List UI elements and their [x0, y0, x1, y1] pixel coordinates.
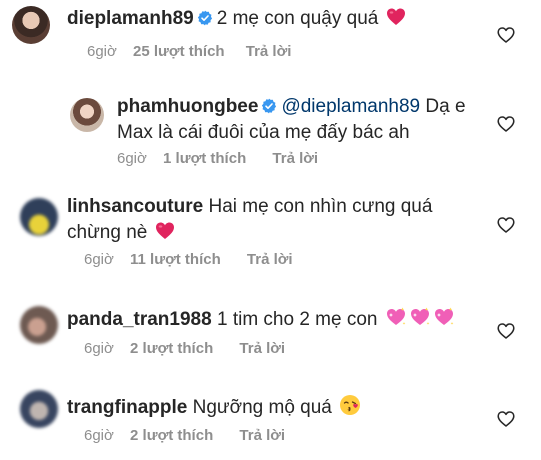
reply-button[interactable]: Trả lời — [247, 251, 293, 268]
like-heart-icon[interactable] — [497, 26, 515, 44]
verified-badge-icon — [197, 10, 213, 26]
like-heart-icon[interactable] — [497, 216, 515, 234]
comment-meta: 6giờ 1 lượt thích Trả lời — [117, 150, 318, 167]
comment-body: panda_tran1988 1 tim cho 2 mẹ con — [67, 306, 455, 333]
avatar[interactable] — [12, 6, 50, 44]
like-count[interactable]: 2 lượt thích — [130, 340, 213, 357]
comment-meta: 6giờ 11 lượt thích Trả lời — [84, 251, 293, 268]
sparkling-heart-emoji — [409, 306, 431, 328]
username[interactable]: trangfinapple — [67, 397, 187, 418]
timestamp[interactable]: 6giờ — [84, 427, 114, 444]
comment-body: dieplamanh89 2 mẹ con quậy quá — [67, 6, 406, 32]
comment-meta: 6giờ 25 lượt thích Trả lời — [87, 43, 291, 60]
sparkling-heart-emoji — [385, 306, 407, 328]
verified-badge-icon — [261, 98, 277, 114]
comment-text: Dạ e — [425, 96, 466, 117]
reply-button[interactable]: Trả lời — [272, 150, 318, 167]
like-count[interactable]: 25 lượt thích — [133, 43, 225, 60]
comment-text: Ngưỡng mộ quá — [192, 397, 332, 418]
comment-text: 1 tim cho 2 mẹ con — [216, 309, 378, 330]
comment-line-2: Max là cái đuôi của mẹ đấy bác ah — [117, 122, 410, 143]
comment-5: trangfinapple Ngưỡng mộ quá 6giờ 2 lượt … — [0, 388, 541, 460]
username[interactable]: dieplamanh89 — [67, 8, 194, 29]
comment-meta: 6giờ 2 lượt thích Trả lời — [84, 427, 285, 444]
comment-line-1: linhsancouture Hai mẹ con nhìn cưng quá — [67, 194, 487, 220]
timestamp[interactable]: 6giờ — [117, 150, 147, 167]
like-count[interactable]: 11 lượt thích — [130, 251, 221, 268]
face-blowing-kiss-emoji — [339, 394, 361, 416]
avatar[interactable] — [70, 98, 104, 132]
comment-body: linhsancouture Hai mẹ con nhìn cưng quá … — [67, 194, 487, 246]
timestamp[interactable]: 6giờ — [84, 251, 114, 268]
like-heart-icon[interactable] — [497, 115, 515, 133]
username[interactable]: phamhuongbee — [117, 96, 258, 117]
avatar[interactable] — [20, 306, 58, 344]
comment-text: 2 mẹ con quậy quá — [216, 8, 379, 29]
timestamp[interactable]: 6giờ — [87, 43, 117, 60]
comment-meta: 6giờ 2 lượt thích Trả lời — [84, 340, 285, 357]
like-count[interactable]: 2 lượt thích — [130, 427, 213, 444]
comment-body: phamhuongbee @dieplamanh89 Dạ e Max là cá… — [117, 94, 527, 146]
comment-body: trangfinapple Ngưỡng mộ quá — [67, 394, 361, 421]
red-heart-emoji — [155, 221, 175, 241]
red-heart-emoji — [386, 7, 406, 27]
comment-line-2: chừng nè — [67, 220, 487, 246]
mention-link[interactable]: @dieplamanh89 — [281, 96, 420, 117]
reply-button[interactable]: Trả lời — [246, 43, 292, 60]
comment-2: phamhuongbee @dieplamanh89 Dạ e Max là cá… — [0, 90, 541, 176]
comment-3: linhsancouture Hai mẹ con nhìn cưng quá … — [0, 190, 541, 276]
reply-button[interactable]: Trả lời — [239, 340, 285, 357]
username[interactable]: panda_tran1988 — [67, 309, 212, 330]
sparkling-heart-emoji — [433, 306, 455, 328]
like-count[interactable]: 1 lượt thích — [163, 150, 246, 167]
reply-button[interactable]: Trả lời — [239, 427, 285, 444]
comment-text: Hai mẹ con nhìn cưng quá — [208, 196, 433, 217]
comment-line-1: phamhuongbee @dieplamanh89 Dạ e — [117, 94, 527, 120]
comment-4: panda_tran1988 1 tim cho 2 mẹ con 6giờ 2… — [0, 298, 541, 368]
timestamp[interactable]: 6giờ — [84, 340, 114, 357]
comment-1: dieplamanh89 2 mẹ con quậy quá 6giờ 25 lư… — [0, 0, 541, 76]
avatar[interactable] — [20, 390, 58, 428]
like-heart-icon[interactable] — [497, 410, 515, 428]
like-heart-icon[interactable] — [497, 322, 515, 340]
username[interactable]: linhsancouture — [67, 196, 203, 217]
avatar[interactable] — [20, 198, 58, 236]
